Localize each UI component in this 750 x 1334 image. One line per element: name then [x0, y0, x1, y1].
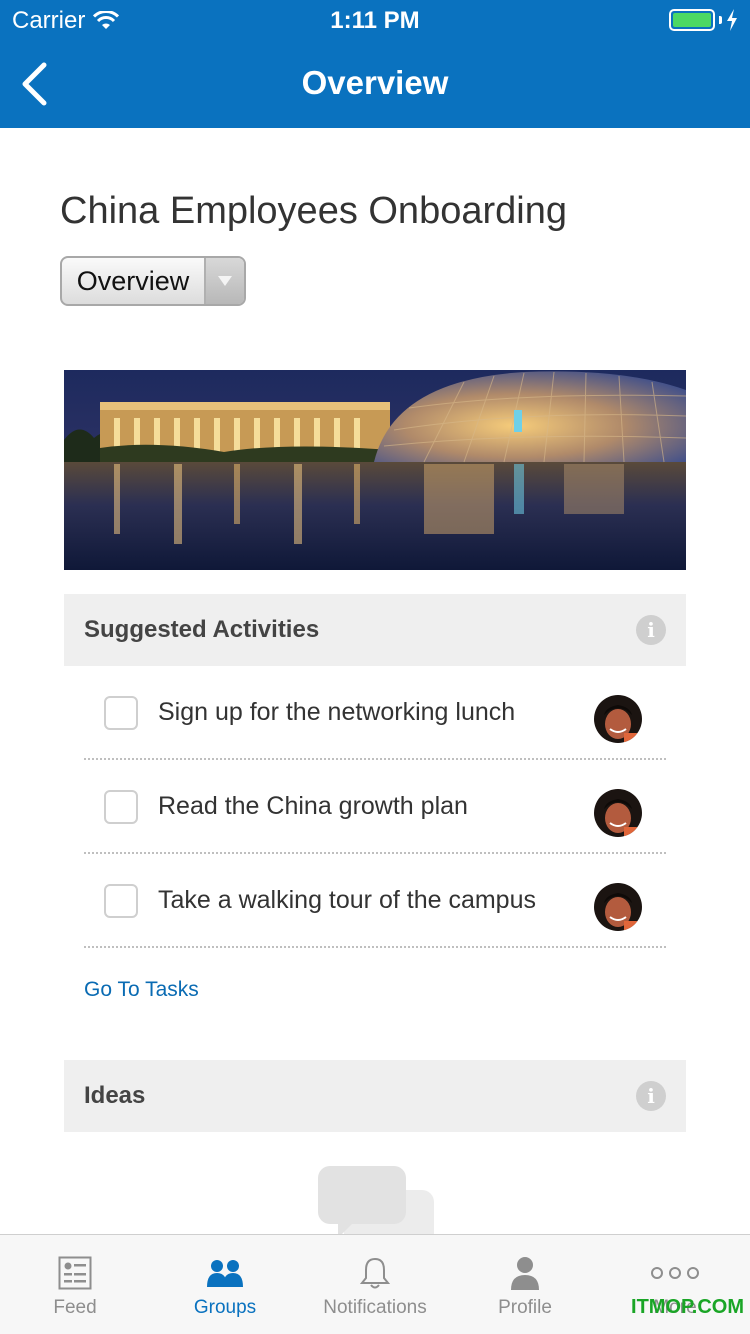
navigation-bar: Carrier 1:11 PM Overview	[0, 0, 750, 128]
bell-icon	[359, 1255, 391, 1291]
avatar[interactable]	[594, 789, 642, 837]
feed-icon	[58, 1255, 92, 1291]
activity-item: Take a walking tour of the campus	[84, 854, 666, 948]
charging-icon	[727, 9, 737, 31]
avatar[interactable]	[594, 695, 642, 743]
tab-label: Profile	[498, 1297, 552, 1318]
activity-label[interactable]: Read the China growth plan	[158, 792, 468, 821]
battery-icon	[669, 9, 738, 31]
tab-label: Feed	[53, 1297, 97, 1318]
group-overview[interactable]: China Employees Onboarding Overview Sugg…	[0, 128, 750, 1234]
status-time: 1:11 PM	[330, 7, 420, 34]
activity-label[interactable]: Take a walking tour of the campus	[158, 886, 536, 915]
activity-checkbox[interactable]	[104, 790, 138, 824]
activity-item: Read the China growth plan	[84, 760, 666, 854]
watermark: ITMOP.COM	[631, 1296, 744, 1318]
info-icon[interactable]: i	[636, 1081, 666, 1111]
tab-label: Notifications	[323, 1297, 427, 1318]
activity-checkbox[interactable]	[104, 696, 138, 730]
suggested-activities-title: Suggested Activities	[84, 616, 320, 643]
tab-notifications[interactable]: Notifications	[300, 1235, 450, 1334]
tab-bar: Feed Groups Notifications Profile More	[0, 1234, 750, 1334]
view-selector-value: Overview	[76, 265, 190, 296]
ideas-header: Ideas i	[64, 1060, 686, 1132]
more-icon	[650, 1255, 700, 1291]
suggested-activities-header: Suggested Activities i	[64, 594, 686, 666]
view-selector-dropdown[interactable]: Overview	[60, 256, 246, 306]
activity-item: Sign up for the networking lunch	[84, 666, 666, 760]
page-title: Overview	[301, 64, 449, 101]
dropdown-arrow-icon	[204, 258, 244, 304]
tab-label: Groups	[193, 1297, 257, 1318]
status-bar: Carrier 1:11 PM	[0, 0, 750, 40]
tab-groups[interactable]: Groups	[150, 1235, 300, 1334]
tab-feed[interactable]: Feed	[0, 1235, 150, 1334]
activity-label[interactable]: Sign up for the networking lunch	[158, 698, 515, 727]
group-title: China Employees Onboarding	[60, 190, 567, 232]
tab-more[interactable]: More	[600, 1235, 750, 1334]
activity-checkbox[interactable]	[104, 884, 138, 918]
ideas-title: Ideas	[84, 1082, 146, 1109]
chat-bubbles-icon	[316, 1164, 436, 1234]
groups-icon	[207, 1255, 243, 1291]
info-icon[interactable]: i	[636, 615, 666, 645]
tab-profile[interactable]: Profile	[450, 1235, 600, 1334]
profile-icon	[510, 1255, 540, 1291]
avatar[interactable]	[594, 883, 642, 931]
group-banner-image	[64, 370, 686, 570]
go-to-tasks-link[interactable]: Go To Tasks	[84, 978, 199, 1002]
